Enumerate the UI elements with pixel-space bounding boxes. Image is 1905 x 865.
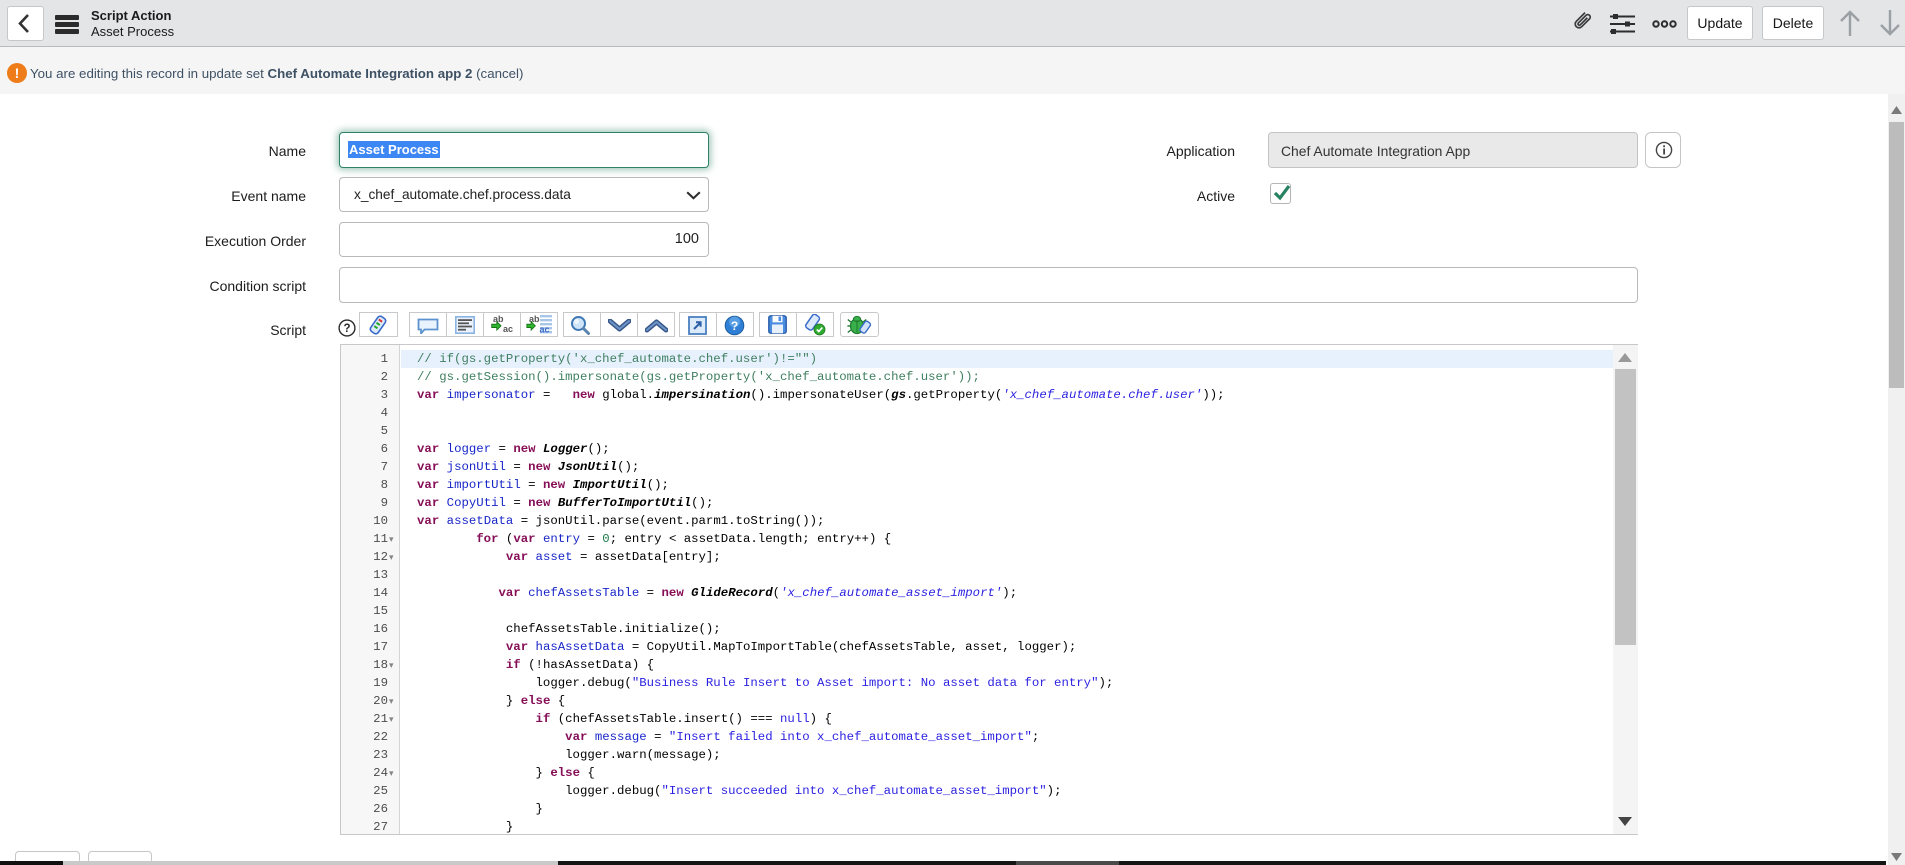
svg-text:ac: ac xyxy=(503,324,513,334)
svg-text:?: ? xyxy=(731,319,738,333)
svg-text:ab: ab xyxy=(529,314,540,324)
svg-text:ab: ab xyxy=(493,314,504,324)
svg-text:ac: ac xyxy=(540,325,550,335)
svg-text:?: ? xyxy=(343,323,350,335)
